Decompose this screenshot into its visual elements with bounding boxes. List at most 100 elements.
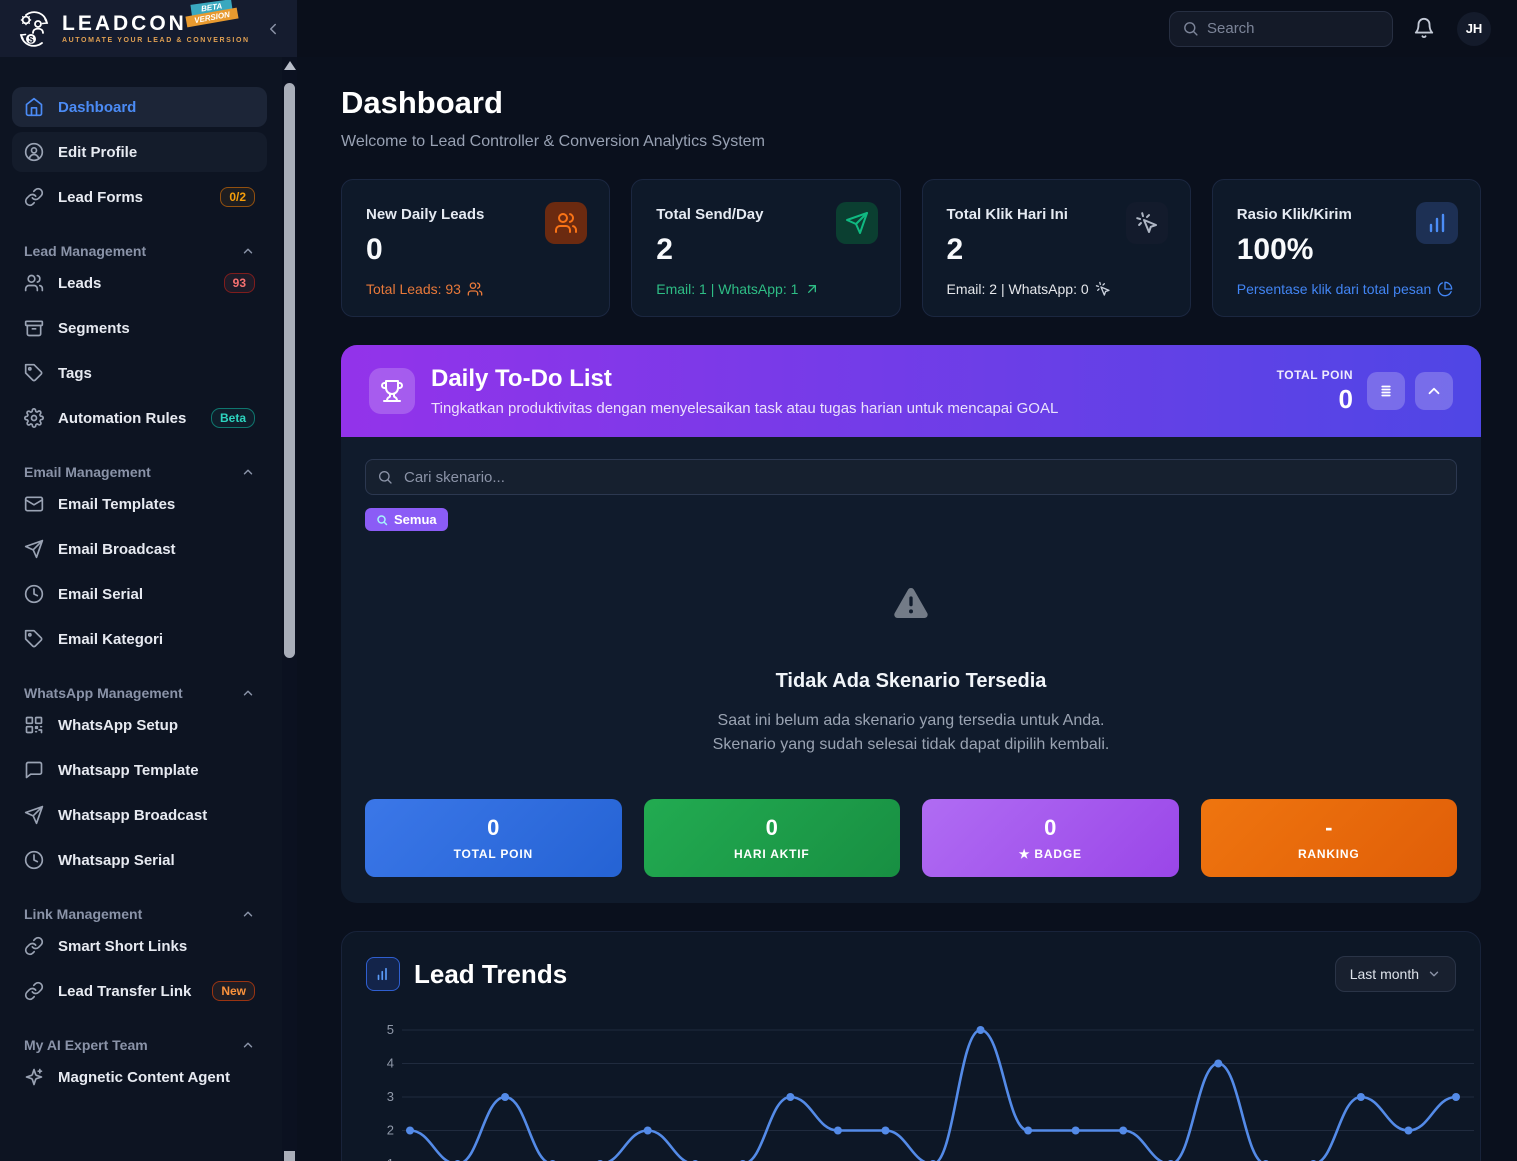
- automation-beta-badge: Beta: [211, 408, 255, 428]
- sidebar-item-label: Dashboard: [58, 99, 136, 116]
- sidebar-header: $ LEADCON AUTOMATE YOUR LEAD & CONVERSIO…: [0, 0, 297, 57]
- sidebar: $ LEADCON AUTOMATE YOUR LEAD & CONVERSIO…: [0, 0, 297, 1161]
- scrollbar-thumb[interactable]: [284, 83, 295, 658]
- sidebar-section-link-management[interactable]: Link Management: [12, 900, 267, 926]
- sidebar-nav: Dashboard Edit Profile Lead Forms 0/2 Le…: [0, 57, 297, 1161]
- sidebar-item-whatsapp-serial[interactable]: Whatsapp Serial: [12, 840, 267, 880]
- sidebar-item-label: Edit Profile: [58, 144, 137, 161]
- stat-footer-text: Email: 2 | WhatsApp: 0: [947, 281, 1089, 297]
- gear-icon: [24, 408, 44, 428]
- tag-icon: [24, 363, 44, 383]
- sidebar-item-email-serial[interactable]: Email Serial: [12, 574, 267, 614]
- scrollbar-down-arrow-icon[interactable]: [284, 1151, 295, 1161]
- stat-card-new-daily-leads: New Daily Leads 0 Total Leads: 93: [341, 179, 610, 317]
- sidebar-item-lead-forms[interactable]: Lead Forms 0/2: [12, 177, 267, 217]
- chevron-up-icon: [241, 1038, 255, 1052]
- score-label: ★ BADGE: [1019, 847, 1082, 861]
- mail-icon: [24, 494, 44, 514]
- empty-state-text: Saat ini belum ada skenario yang tersedi…: [365, 709, 1457, 757]
- archive-icon: [24, 318, 44, 338]
- users-icon: [467, 281, 483, 297]
- filter-chip-semua[interactable]: Semua: [365, 508, 448, 531]
- sidebar-item-whatsapp-setup[interactable]: WhatsApp Setup: [12, 705, 267, 745]
- score-box-ranking: - RANKING: [1201, 799, 1458, 877]
- sidebar-item-email-kategori[interactable]: Email Kategori: [12, 619, 267, 659]
- score-label: RANKING: [1298, 847, 1360, 861]
- home-icon: [24, 97, 44, 117]
- search-icon: [1182, 20, 1199, 37]
- scenario-search-input[interactable]: [365, 459, 1457, 495]
- section-title: My AI Expert Team: [24, 1037, 148, 1053]
- chevron-up-icon: [241, 244, 255, 258]
- user-circle-icon: [24, 142, 44, 162]
- section-title: Lead Management: [24, 243, 146, 259]
- sidebar-item-edit-profile[interactable]: Edit Profile: [12, 132, 267, 172]
- users-icon: [545, 202, 587, 244]
- sidebar-item-email-templates[interactable]: Email Templates: [12, 484, 267, 524]
- sidebar-item-magnetic-content-agent[interactable]: Magnetic Content Agent: [12, 1057, 267, 1097]
- link-icon: [24, 981, 44, 1001]
- sidebar-item-smart-short-links[interactable]: Smart Short Links: [12, 926, 267, 966]
- todo-list-view-button[interactable]: [1367, 372, 1405, 410]
- sidebar-item-label: Email Kategori: [58, 631, 163, 648]
- todo-collapse-button[interactable]: [1415, 372, 1453, 410]
- chevron-up-icon: [241, 907, 255, 921]
- sidebar-section-my-ai-expert-team[interactable]: My AI Expert Team: [12, 1031, 267, 1057]
- score-box-badge: 0 ★ BADGE: [922, 799, 1179, 877]
- sidebar-item-dashboard[interactable]: Dashboard: [12, 87, 267, 127]
- send-icon: [24, 805, 44, 825]
- lead-forms-count-badge: 0/2: [220, 187, 255, 207]
- sidebar-item-label: Whatsapp Broadcast: [58, 807, 207, 824]
- sidebar-collapse-button[interactable]: [261, 17, 285, 41]
- section-title: Email Management: [24, 464, 151, 480]
- user-avatar[interactable]: JH: [1457, 12, 1491, 46]
- score-label: TOTAL POIN: [454, 847, 533, 861]
- leads-count-badge: 93: [224, 273, 255, 293]
- sidebar-item-tags[interactable]: Tags: [12, 353, 267, 393]
- sidebar-item-label: WhatsApp Setup: [58, 717, 178, 734]
- section-title: WhatsApp Management: [24, 685, 183, 701]
- total-poin-block: TOTAL POIN 0: [1277, 368, 1353, 415]
- scrollbar-up-arrow-icon[interactable]: [284, 61, 296, 70]
- search-input[interactable]: [1207, 20, 1380, 37]
- sidebar-item-automation-rules[interactable]: Automation Rules Beta: [12, 398, 267, 438]
- send-icon: [836, 202, 878, 244]
- score-box-hari-aktif: 0 HARI AKTIF: [644, 799, 901, 877]
- chevron-up-icon: [241, 686, 255, 700]
- sidebar-item-label: Automation Rules: [58, 410, 186, 427]
- mouse-pointer-click-icon: [1126, 202, 1168, 244]
- sidebar-section-lead-management[interactable]: Lead Management: [12, 237, 267, 263]
- stat-footer: Total Leads: 93: [366, 281, 585, 297]
- bar-chart-icon: [1416, 202, 1458, 244]
- sidebar-item-lead-transfer-link[interactable]: Lead Transfer Link New: [12, 971, 267, 1011]
- sidebar-item-whatsapp-template[interactable]: Whatsapp Template: [12, 750, 267, 790]
- sidebar-item-leads[interactable]: Leads 93: [12, 263, 267, 303]
- sidebar-section-email-management[interactable]: Email Management: [12, 458, 267, 484]
- stat-footer-text: Total Leads: 93: [366, 281, 461, 297]
- lead-trends-chart: 54321: [366, 1014, 1474, 1161]
- sidebar-item-whatsapp-broadcast[interactable]: Whatsapp Broadcast: [12, 795, 267, 835]
- svg-text:5: 5: [387, 1022, 394, 1037]
- trends-header: Lead Trends Last month: [366, 956, 1456, 992]
- list-icon: [1377, 382, 1395, 400]
- svg-text:$: $: [28, 34, 33, 44]
- period-dropdown[interactable]: Last month: [1335, 956, 1456, 992]
- score-value: -: [1325, 815, 1332, 841]
- sidebar-item-label: Email Broadcast: [58, 541, 176, 558]
- stats-row: New Daily Leads 0 Total Leads: 93 Total …: [341, 179, 1481, 317]
- brand-tagline: AUTOMATE YOUR LEAD & CONVERSION: [62, 37, 250, 44]
- sidebar-scrollbar[interactable]: [282, 57, 297, 1161]
- sidebar-section-whatsapp-management[interactable]: WhatsApp Management: [12, 679, 267, 705]
- daily-todo-card: Daily To-Do List Tingkatkan produktivita…: [341, 345, 1481, 903]
- filter-chip-label: Semua: [394, 512, 437, 527]
- sidebar-item-email-broadcast[interactable]: Email Broadcast: [12, 529, 267, 569]
- notifications-button[interactable]: [1413, 17, 1437, 41]
- sidebar-item-label: Magnetic Content Agent: [58, 1069, 230, 1086]
- mouse-pointer-click-icon: [1095, 281, 1111, 297]
- todo-header: Daily To-Do List Tingkatkan produktivita…: [341, 345, 1481, 437]
- sidebar-item-segments[interactable]: Segments: [12, 308, 267, 348]
- sparkles-icon: [24, 1067, 44, 1087]
- score-value: 0: [766, 815, 778, 841]
- svg-text:1: 1: [387, 1156, 394, 1161]
- sidebar-item-label: Email Serial: [58, 586, 143, 603]
